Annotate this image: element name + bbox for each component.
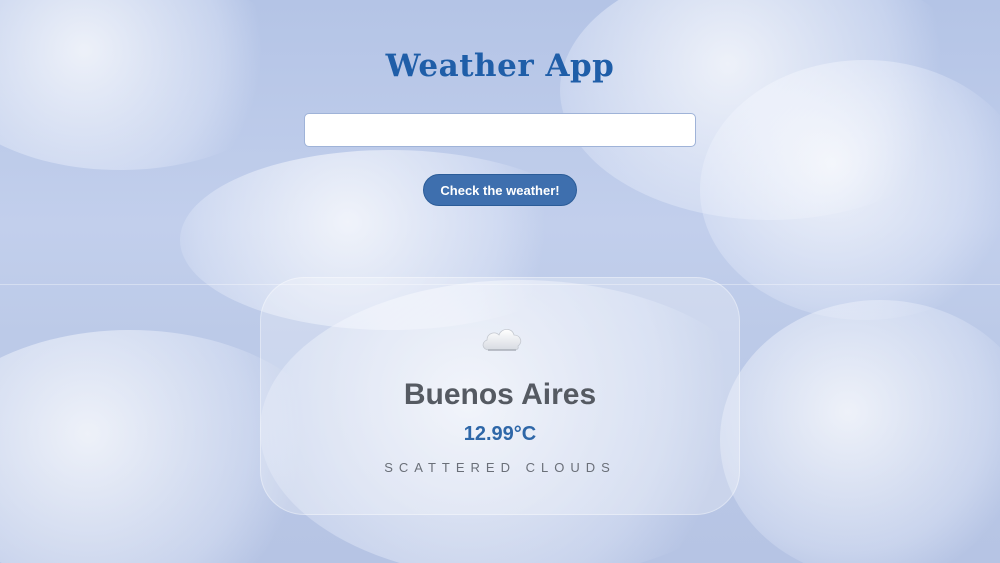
weather-result-card: Buenos Aires 12.99°C SCATTERED CLOUDS: [260, 277, 740, 515]
background-cloud: [0, 0, 300, 170]
background-cloud: [720, 300, 1000, 563]
background-cloud: [700, 60, 1000, 320]
city-search-input[interactable]: [304, 113, 696, 147]
weather-description: SCATTERED CLOUDS: [384, 460, 616, 475]
app-title: Weather App: [385, 48, 615, 84]
cloud-icon: [482, 328, 522, 351]
check-weather-button[interactable]: Check the weather!: [423, 174, 577, 206]
city-name: Buenos Aires: [403, 378, 597, 411]
temperature-value: 12.99°C: [463, 423, 537, 445]
